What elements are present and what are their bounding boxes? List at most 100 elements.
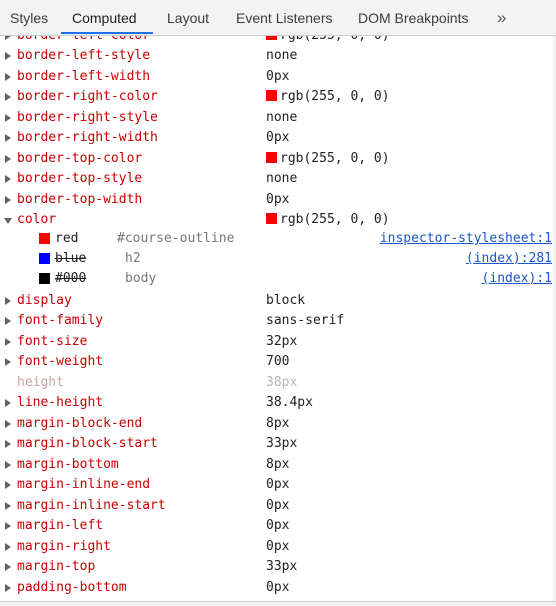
property-row[interactable]: border-top-style none	[0, 169, 556, 189]
color-swatch-icon[interactable]	[39, 253, 50, 264]
trace-source-link[interactable]: (index):1	[482, 269, 552, 289]
expand-arrow-icon[interactable]	[5, 399, 11, 407]
property-value: 0px	[266, 539, 290, 554]
property-row[interactable]: display block	[0, 291, 556, 311]
property-row[interactable]: font-weight 700	[0, 352, 556, 372]
expand-arrow-icon[interactable]	[5, 481, 11, 489]
property-name: border-top-color	[17, 151, 143, 166]
property-row-inherited: height 38px	[0, 373, 556, 393]
property-row[interactable]: border-left-width 0px	[0, 67, 556, 87]
expand-arrow-icon[interactable]	[5, 358, 11, 366]
color-swatch-icon[interactable]	[266, 213, 277, 224]
property-value: 0px	[266, 130, 290, 145]
expand-arrow-icon[interactable]	[5, 440, 11, 448]
computed-properties-list: border-left-color rgb(255, 0, 0) border-…	[0, 36, 556, 601]
expand-arrow-icon[interactable]	[5, 543, 11, 551]
property-value: 32px	[266, 334, 298, 349]
property-value: 0px	[266, 477, 290, 492]
property-row-expanded[interactable]: color rgb(255, 0, 0)	[0, 210, 556, 230]
property-value: 38px	[266, 375, 298, 390]
property-value: 8px	[266, 416, 290, 431]
expand-arrow-icon[interactable]	[5, 36, 11, 40]
expand-arrow-icon[interactable]	[5, 93, 11, 101]
property-row[interactable]: margin-bottom 8px	[0, 455, 556, 475]
property-row[interactable]: border-right-style none	[0, 108, 556, 128]
property-value: 0px	[266, 498, 290, 513]
expand-arrow-icon[interactable]	[5, 461, 11, 469]
expand-arrow-icon[interactable]	[5, 563, 11, 571]
property-row[interactable]: margin-left 0px	[0, 516, 556, 536]
property-name: border-right-style	[17, 110, 158, 125]
color-swatch-icon[interactable]	[266, 36, 277, 40]
expand-arrow-icon[interactable]	[5, 297, 11, 305]
trace-value: #000	[55, 271, 87, 286]
property-row[interactable]: border-top-width 0px	[0, 190, 556, 210]
tab-event-listeners[interactable]: Event Listeners	[236, 0, 333, 35]
expand-arrow-icon[interactable]	[5, 73, 11, 81]
property-name: margin-top	[17, 559, 96, 574]
tab-layout[interactable]: Layout	[167, 0, 209, 35]
property-value: none	[266, 48, 298, 63]
trace-row: blue h2 (index):281	[0, 249, 556, 269]
property-name: font-weight	[17, 354, 104, 369]
property-name: border-top-width	[17, 192, 143, 207]
property-name: margin-right	[17, 539, 111, 554]
color-swatch-icon[interactable]	[266, 152, 277, 163]
trace-source-link[interactable]: (index):281	[466, 249, 552, 269]
property-row[interactable]: margin-inline-end 0px	[0, 475, 556, 495]
trace-row: red #course-outline inspector-stylesheet…	[0, 229, 556, 249]
expand-arrow-icon[interactable]	[5, 52, 11, 60]
property-value: rgb(255, 0, 0)	[266, 149, 390, 169]
property-name: border-top-style	[17, 171, 143, 186]
expand-arrow-icon[interactable]	[5, 175, 11, 183]
tab-dom-breakpoints[interactable]: DOM Breakpoints	[358, 0, 468, 35]
property-name: font-family	[17, 313, 104, 328]
trace-source-link[interactable]: inspector-stylesheet:1	[380, 229, 552, 249]
expand-arrow-icon[interactable]	[5, 134, 11, 142]
property-value: 700	[266, 354, 290, 369]
property-value: 38.4px	[266, 395, 313, 410]
property-row[interactable]: margin-block-start 33px	[0, 434, 556, 454]
color-swatch-icon[interactable]	[39, 233, 50, 244]
property-row[interactable]: border-left-color rgb(255, 0, 0)	[0, 36, 556, 46]
expand-arrow-icon[interactable]	[5, 114, 11, 122]
tab-computed[interactable]: Computed	[72, 0, 137, 35]
property-name: margin-block-end	[17, 416, 143, 431]
property-row[interactable]: font-family sans-serif	[0, 311, 556, 331]
property-row[interactable]: border-left-style none	[0, 46, 556, 66]
property-name: margin-block-start	[17, 436, 158, 451]
expand-arrow-icon[interactable]	[5, 502, 11, 510]
property-row[interactable]: margin-right 0px	[0, 537, 556, 557]
tab-styles[interactable]: Styles	[10, 0, 48, 35]
property-value: 33px	[266, 559, 298, 574]
color-swatch-icon[interactable]	[266, 90, 277, 101]
property-row[interactable]: line-height 38.4px	[0, 393, 556, 413]
property-row[interactable]: margin-top 33px	[0, 557, 556, 577]
property-value: sans-serif	[266, 313, 345, 328]
property-value: 0px	[266, 580, 290, 595]
property-row[interactable]: margin-inline-start 0px	[0, 496, 556, 516]
property-row[interactable]: padding-bottom 0px	[0, 578, 556, 598]
trace-value: blue	[55, 251, 87, 266]
expand-arrow-icon[interactable]	[5, 317, 11, 325]
active-tab-indicator	[61, 32, 153, 34]
color-swatch-icon[interactable]	[39, 273, 50, 284]
property-name: border-left-color	[17, 36, 150, 46]
expand-arrow-icon[interactable]	[5, 196, 11, 204]
expand-arrow-icon[interactable]	[5, 155, 11, 163]
property-row[interactable]: font-size 32px	[0, 332, 556, 352]
property-row[interactable]: margin-block-end 8px	[0, 414, 556, 434]
property-name: font-size	[17, 334, 88, 349]
expand-arrow-icon[interactable]	[5, 522, 11, 530]
property-row[interactable]: border-right-color rgb(255, 0, 0)	[0, 87, 556, 107]
property-row[interactable]: border-top-color rgb(255, 0, 0)	[0, 149, 556, 169]
expand-arrow-icon[interactable]	[5, 584, 11, 592]
property-row[interactable]: border-right-width 0px	[0, 128, 556, 148]
expand-arrow-icon[interactable]	[5, 338, 11, 346]
property-name: color	[17, 212, 57, 227]
more-tabs-chevron-icon[interactable]: »	[497, 0, 506, 35]
expand-arrow-icon[interactable]	[5, 420, 11, 428]
collapse-arrow-icon[interactable]	[4, 218, 12, 224]
property-value: rgb(255, 0, 0)	[266, 210, 390, 230]
property-value: rgb(255, 0, 0)	[266, 36, 390, 46]
